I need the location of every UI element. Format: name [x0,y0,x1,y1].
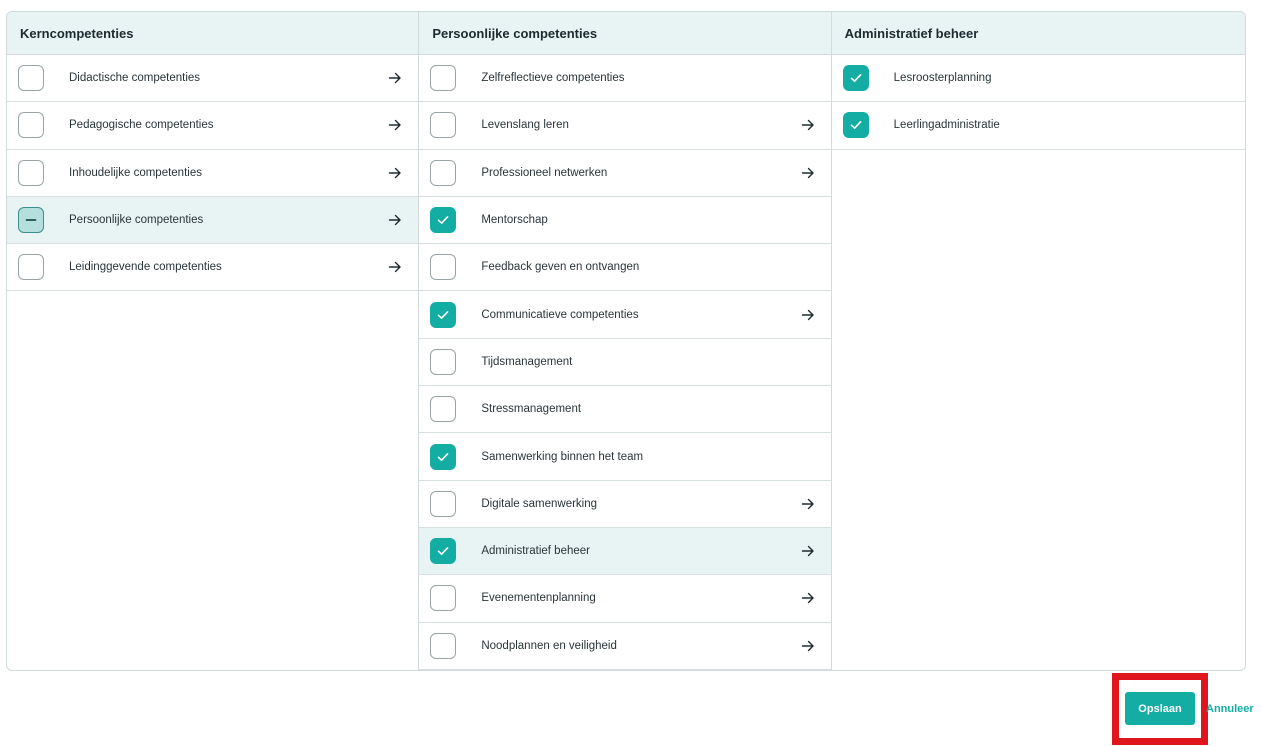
list-item[interactable]: Communicatieve competenties [419,291,831,339]
column-header: Persoonlijke competenties [419,12,831,55]
checkbox[interactable] [430,443,457,470]
checkbox[interactable] [18,65,44,92]
list-item-label: Tijdsmanagement [481,355,573,368]
list-item[interactable]: Persoonlijke competenties [7,196,419,245]
list-item[interactable]: Professioneel netwerken [419,150,831,197]
list-item[interactable]: Pedagogische competenties [7,102,419,150]
column-2: Persoonlijke competenties Zelfreflectieve… [419,12,832,670]
list-item[interactable]: Administratief beheer [419,527,831,576]
checkbox[interactable] [430,632,457,659]
list-item-label: Lesroosterplanning [893,72,992,85]
check-icon [436,308,450,322]
list-item[interactable]: Digitale samenwerking [419,481,831,528]
checkbox[interactable] [430,159,457,186]
list-item[interactable]: Zelfreflectieve competenties [419,55,831,103]
check-icon [849,71,863,85]
list-item[interactable]: Stressmanagement [419,386,831,434]
list-item[interactable]: Levenslang leren [419,102,831,150]
arrow-right-icon[interactable] [801,118,815,132]
column-1: Kerncompetenties Didactische competenties… [7,12,420,670]
list-item-label: Stressmanagement [481,403,582,416]
list-item[interactable]: Feedback geven en ontvangen [419,244,831,292]
checkbox[interactable] [430,396,457,423]
checkbox[interactable] [430,112,457,139]
arrow-right-icon[interactable] [388,213,402,227]
checkbox[interactable] [430,65,457,92]
list-item-label: Feedback geven en ontvangen [481,261,640,274]
checkbox[interactable] [430,301,457,328]
column-3: Administratief beheer Lesroosterplanning L… [831,12,1245,670]
list-item-label: Levenslang leren [481,119,569,132]
checkbox[interactable] [430,254,457,281]
competency-selector: Kerncompetenties Didactische competenties… [6,11,1246,671]
list-item-label: Administratief beheer [481,545,590,558]
list-item[interactable]: Evenementenplanning [419,575,831,623]
list-item-label: Leidinggevende competenties [69,261,222,274]
list-item[interactable]: Noodplannen en veiligheid [419,623,831,670]
list-item[interactable]: Lesroosterplanning [831,55,1245,103]
list-item[interactable]: Inhoudelijke competenties [7,150,419,197]
list-item-label: Digitale samenwerking [481,497,598,510]
checkbox[interactable] [430,348,457,375]
arrow-right-icon[interactable] [801,544,815,558]
list-item-label: Professioneel netwerken [481,166,608,179]
check-icon [436,450,450,464]
list-item-label: Persoonlijke competenties [69,214,204,227]
list-item-label: Didactische competenties [69,72,201,85]
checkbox[interactable] [430,207,457,234]
arrow-right-icon[interactable] [388,71,402,85]
list-item[interactable]: Didactische competenties [7,55,419,103]
check-icon [436,544,450,558]
list-item[interactable]: Leidinggevende competenties [7,244,419,292]
minus-icon [24,213,38,227]
list-item-label: Communicatieve competenties [481,308,639,321]
list-item[interactable]: Leerlingadministratie [831,102,1245,150]
list-item-label: Inhoudelijke competenties [69,166,202,179]
list-item-label: Evenementenplanning [481,592,596,605]
list-item-label: Samenwerking binnen het team [481,450,644,463]
checkbox[interactable] [842,65,869,92]
list-item-label: Zelfreflectieve competenties [481,72,625,85]
arrow-right-icon[interactable] [388,260,402,274]
check-icon [436,213,450,227]
list-item-label: Pedagogische competenties [69,119,214,132]
checkbox[interactable] [18,159,44,186]
arrow-right-icon[interactable] [801,308,815,322]
checkbox[interactable] [842,112,869,139]
checkbox[interactable] [430,585,457,612]
list-item-label: Leerlingadministratie [893,119,1000,132]
list-item[interactable]: Tijdsmanagement [419,339,831,387]
arrow-right-icon[interactable] [801,639,815,653]
arrow-right-icon[interactable] [801,166,815,180]
arrow-right-icon[interactable] [388,118,402,132]
check-icon [849,118,863,132]
checkbox[interactable] [18,112,44,139]
checkbox[interactable] [18,254,44,281]
arrow-right-icon[interactable] [388,166,402,180]
arrow-right-icon[interactable] [801,591,815,605]
checkbox[interactable] [430,538,457,565]
list-item-label: Mentorschap [481,214,548,227]
list-item[interactable]: Samenwerking binnen het team [419,433,831,481]
arrow-right-icon[interactable] [801,497,815,511]
column-header: Administratief beheer [831,12,1245,55]
checkbox[interactable] [18,207,44,234]
column-header: Kerncompetenties [7,12,419,55]
list-item-label: Noodplannen en veiligheid [481,639,617,652]
checkbox[interactable] [430,490,457,517]
list-item[interactable]: Mentorschap [419,197,831,245]
cancel-link[interactable]: Annuleer [1206,703,1254,715]
save-button[interactable]: Opslaan [1125,692,1195,725]
